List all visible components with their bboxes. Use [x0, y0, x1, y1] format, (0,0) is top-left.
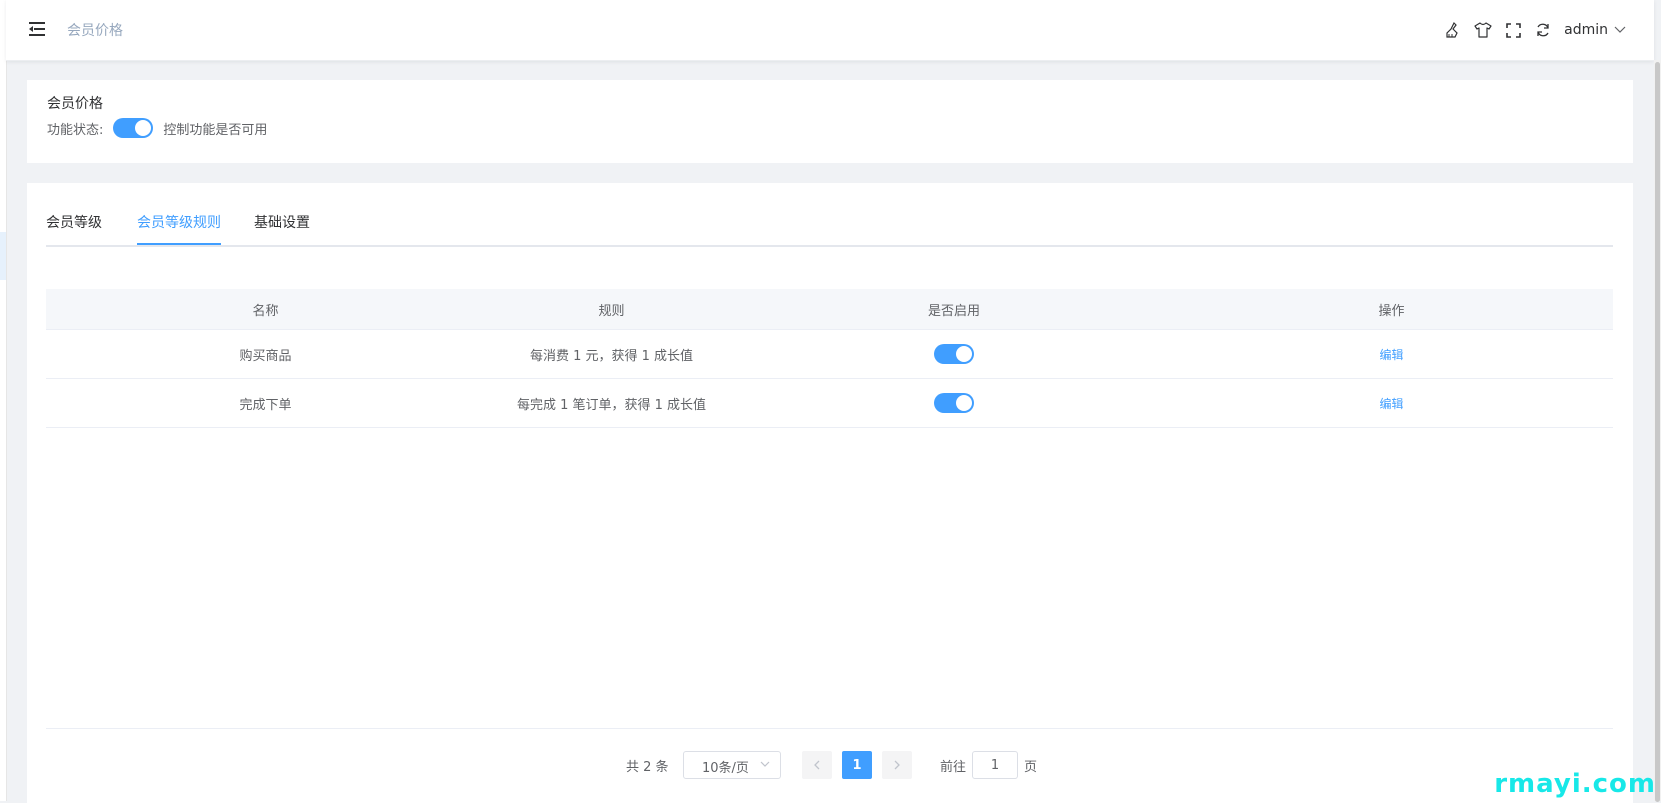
rule-enabled-switch[interactable] [934, 393, 974, 413]
table-bottom-divider [46, 728, 1613, 729]
refresh-icon[interactable] [1534, 21, 1552, 39]
column-header-action: 操作 [1378, 303, 1405, 319]
feature-card: 会员价格 功能状态: 控制功能是否可用 [27, 80, 1633, 163]
tab-member-level[interactable]: 会员等级 [46, 203, 102, 245]
goto-label: 前往 [940, 760, 967, 775]
prev-page-button[interactable] [802, 751, 832, 779]
rule-name: 购买商品 [239, 348, 292, 364]
page-number-current[interactable]: 1 [842, 751, 872, 779]
shirt-icon[interactable] [1474, 21, 1492, 39]
menu-toggle-icon[interactable] [29, 22, 45, 36]
tabs: 会员等级 会员等级规则 基础设置 [46, 203, 1613, 247]
tab-basic-settings[interactable]: 基础设置 [254, 203, 310, 245]
page-size-value: 10条/页 [702, 761, 749, 776]
rules-card: 会员等级 会员等级规则 基础设置 名称 规则 是否启用 操作 购买商品 每消费 … [27, 183, 1633, 803]
fullscreen-icon[interactable] [1504, 21, 1522, 39]
username: admin [1564, 22, 1608, 38]
feature-status-row: 功能状态: 控制功能是否可用 [47, 117, 267, 139]
pagination-total: 共 2 条 [626, 760, 669, 775]
rules-table: 名称 规则 是否启用 操作 购买商品 每消费 1 元，获得 1 成长值 编辑 完… [46, 289, 1613, 428]
table-header: 名称 规则 是否启用 操作 [46, 289, 1613, 330]
status-hint: 控制功能是否可用 [163, 122, 268, 138]
scrollbar-thumb[interactable] [1655, 62, 1660, 802]
column-header-enabled: 是否启用 [927, 303, 980, 319]
tab-member-level-rules[interactable]: 会员等级规则 [137, 203, 221, 245]
edit-link[interactable]: 编辑 [1379, 346, 1403, 363]
table-row: 完成下单 每完成 1 笔订单，获得 1 成长值 编辑 [46, 379, 1613, 428]
rule-description: 每完成 1 笔订单，获得 1 成长值 [516, 397, 707, 413]
rule-enabled-switch[interactable] [934, 344, 974, 364]
chevron-left-icon [814, 760, 820, 770]
sidebar-active-marker [0, 232, 6, 280]
sidebar-collapsed [0, 0, 7, 801]
page-suffix: 页 [1024, 760, 1038, 775]
edit-link[interactable]: 编辑 [1379, 395, 1403, 412]
column-header-rule: 规则 [598, 303, 625, 319]
feature-title: 会员价格 [47, 96, 103, 112]
column-header-name: 名称 [252, 303, 279, 319]
chevron-down-icon [1614, 26, 1626, 33]
cleaner-icon[interactable] [1444, 21, 1462, 39]
chevron-down-icon [760, 761, 770, 767]
rule-name: 完成下单 [239, 397, 292, 413]
rule-description: 每消费 1 元，获得 1 成长值 [529, 348, 694, 364]
feature-status-switch[interactable] [113, 118, 154, 138]
next-page-button[interactable] [882, 751, 912, 779]
goto-page-input[interactable] [972, 751, 1018, 779]
chevron-right-icon [894, 760, 900, 770]
breadcrumb[interactable]: 会员价格 [67, 20, 123, 40]
user-menu[interactable]: admin [1564, 22, 1626, 38]
pagination: 共 2 条 10条/页 1 前往 页 [27, 751, 1633, 779]
tab-active-bar [137, 243, 221, 245]
page-size-select[interactable]: 10条/页 [683, 751, 781, 779]
top-header: 会员价格 admin [6, 0, 1654, 61]
table-row: 购买商品 每消费 1 元，获得 1 成长值 编辑 [46, 330, 1613, 379]
watermark: rmayi.com [1494, 769, 1656, 799]
status-label: 功能状态: [47, 122, 104, 138]
